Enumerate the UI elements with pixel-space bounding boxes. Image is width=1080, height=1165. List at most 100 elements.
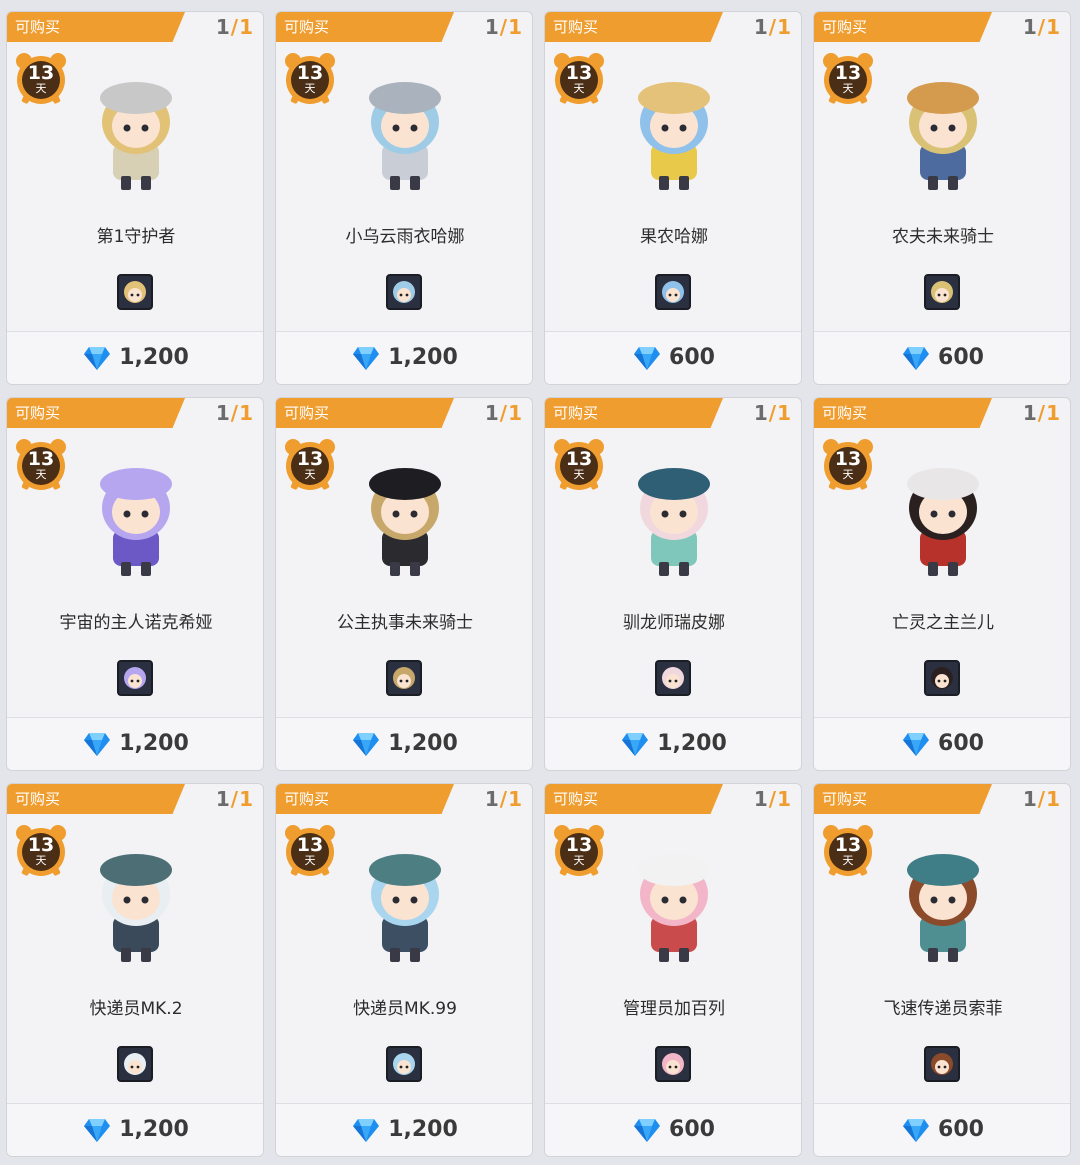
price-footer[interactable]: 1,200 [545,717,801,770]
character-thumbnail[interactable] [924,660,960,696]
character-thumbnail[interactable] [924,274,960,310]
shop-item-card[interactable]: 可购买 1/1 13 天 第1守护者 1,200 [6,11,264,385]
status-label: 可购买 [822,18,868,36]
price-footer[interactable]: 1,200 [276,331,532,384]
item-name: 第1守护者 [96,227,176,247]
shop-item-card[interactable]: 可购买 1/1 13 天 农夫未来骑士 600 [813,11,1071,385]
character-thumbnail[interactable] [386,660,422,696]
item-name: 小乌云雨衣哈娜 [345,227,465,247]
diamond-gem-icon [84,347,111,370]
status-label: 可购买 [15,790,61,808]
purchase-limit: 1/1 [484,401,523,425]
shop-item-card[interactable]: 可购买 1/1 13 天 管理员加百列 600 [544,783,802,1157]
item-price: 600 [938,345,984,370]
character-sprite [638,468,710,576]
character-thumbnail[interactable] [655,1046,691,1082]
purchase-limit: 1/1 [753,787,792,811]
status-label: 可购买 [553,404,599,422]
stock-limit: 1 [777,787,792,811]
status-label: 可购买 [822,790,868,808]
diamond-gem-icon [84,733,111,756]
status-banner: 可购买 [545,398,723,428]
item-price: 600 [669,345,715,370]
stock-limit: 1 [508,15,523,39]
status-banner: 可购买 [545,12,723,42]
purchase-limit: 1/1 [215,401,254,425]
diamond-gem-icon [903,733,930,756]
status-label: 可购买 [284,790,330,808]
character-thumbnail[interactable] [655,274,691,310]
shop-item-card[interactable]: 可购买 1/1 13 天 果农哈娜 600 [544,11,802,385]
stock-count: 1 [215,401,231,425]
status-label: 可购买 [284,404,330,422]
character-sprite [638,854,710,962]
character-sprite [907,468,979,576]
character-thumbnail[interactable] [655,660,691,696]
shop-item-card[interactable]: 可购买 1/1 13 天 公主执事未来骑士 1,200 [275,397,533,771]
stock-count: 1 [1022,401,1038,425]
diamond-gem-icon [622,733,649,756]
stock-limit: 1 [777,15,792,39]
shop-item-card[interactable]: 可购买 1/1 13 天 快递员MK.2 1,200 [6,783,264,1157]
price-footer[interactable]: 1,200 [7,717,263,770]
status-banner: 可购买 [276,784,454,814]
diamond-gem-icon [903,347,930,370]
stock-count: 1 [215,15,231,39]
item-price: 1,200 [388,345,458,370]
item-price: 600 [938,731,984,756]
shop-item-card[interactable]: 可购买 1/1 13 天 亡灵之主兰儿 600 [813,397,1071,771]
character-thumbnail[interactable] [117,660,153,696]
item-name: 果农哈娜 [640,227,708,247]
status-banner: 可购买 [7,398,185,428]
purchase-limit: 1/1 [1022,787,1061,811]
shop-item-card[interactable]: 可购买 1/1 13 天 快递员MK.99 1,200 [275,783,533,1157]
price-footer[interactable]: 600 [545,331,801,384]
character-sprite [369,854,441,962]
stock-count: 1 [484,787,500,811]
shop-grid: 可购买 1/1 13 天 第1守护者 1,200 可购买 1/1 13 天 小乌… [0,0,1080,1165]
purchase-limit: 1/1 [215,15,254,39]
shop-item-card[interactable]: 可购买 1/1 13 天 驯龙师瑞皮娜 1,200 [544,397,802,771]
price-footer[interactable]: 1,200 [7,331,263,384]
item-price: 600 [669,1117,715,1142]
price-footer[interactable]: 600 [545,1103,801,1156]
price-footer[interactable]: 600 [814,331,1070,384]
character-sprite [369,82,441,190]
item-name: 快递员MK.2 [89,999,183,1019]
status-banner: 可购买 [814,784,992,814]
item-name: 管理员加百列 [623,999,725,1019]
character-thumbnail[interactable] [117,274,153,310]
price-footer[interactable]: 1,200 [276,717,532,770]
shop-item-card[interactable]: 可购买 1/1 13 天 飞速传递员索菲 600 [813,783,1071,1157]
shop-item-card[interactable]: 可购买 1/1 13 天 小乌云雨衣哈娜 1,200 [275,11,533,385]
shop-item-card[interactable]: 可购买 1/1 13 天 宇宙的主人诺克希娅 1,200 [6,397,264,771]
status-banner: 可购买 [814,12,992,42]
stock-limit: 1 [239,787,254,811]
character-thumbnail[interactable] [117,1046,153,1082]
item-name: 驯龙师瑞皮娜 [623,613,725,633]
price-footer[interactable]: 1,200 [7,1103,263,1156]
diamond-gem-icon [84,1119,111,1142]
item-price: 1,200 [657,731,727,756]
diamond-gem-icon [903,1119,930,1142]
purchase-limit: 1/1 [215,787,254,811]
character-thumbnail[interactable] [924,1046,960,1082]
character-sprite [369,468,441,576]
purchase-limit: 1/1 [484,787,523,811]
item-name: 飞速传递员索菲 [883,999,1003,1019]
stock-count: 1 [753,15,769,39]
purchase-limit: 1/1 [484,15,523,39]
price-footer[interactable]: 1,200 [276,1103,532,1156]
price-footer[interactable]: 600 [814,1103,1070,1156]
item-name: 公主执事未来骑士 [337,613,473,633]
character-thumbnail[interactable] [386,274,422,310]
purchase-limit: 1/1 [753,15,792,39]
price-footer[interactable]: 600 [814,717,1070,770]
status-label: 可购买 [15,404,61,422]
stock-limit: 1 [239,15,254,39]
character-thumbnail[interactable] [386,1046,422,1082]
character-sprite [907,82,979,190]
stock-count: 1 [484,401,500,425]
stock-limit: 1 [1046,401,1061,425]
character-sprite [638,82,710,190]
